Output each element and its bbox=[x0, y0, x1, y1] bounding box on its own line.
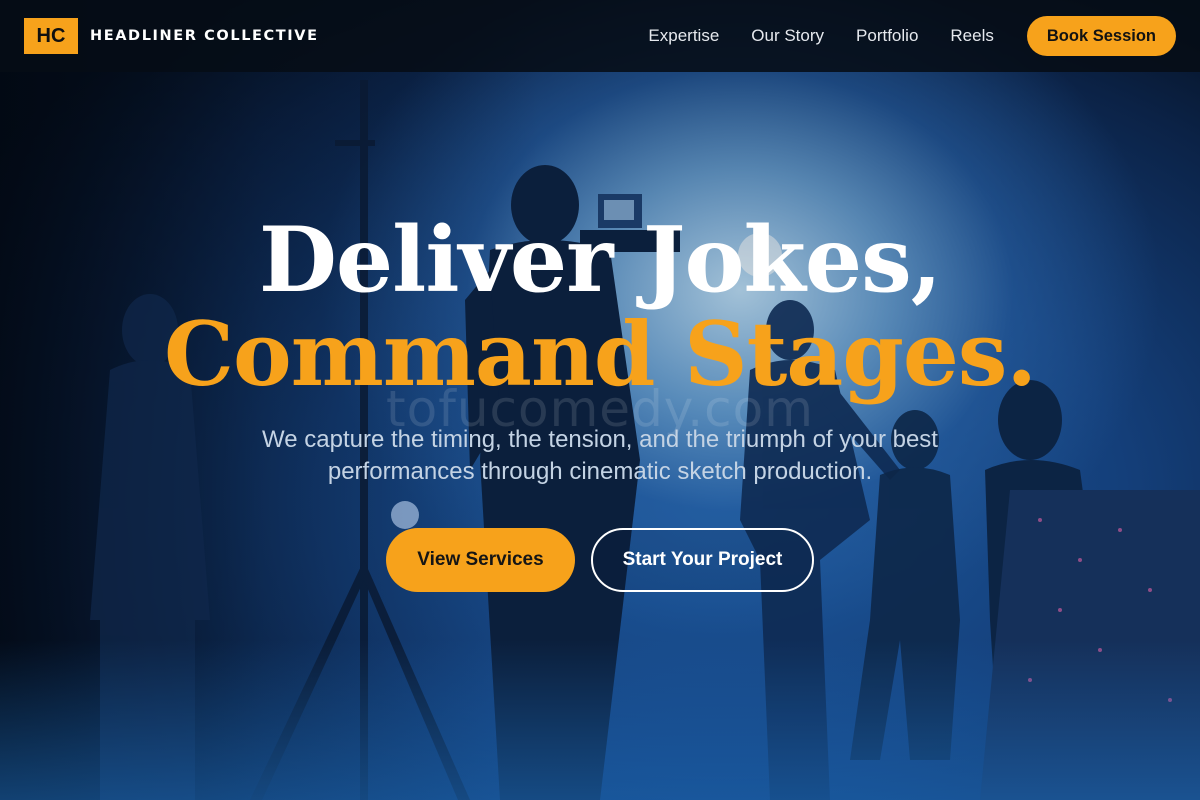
nav-link-expertise[interactable]: Expertise bbox=[648, 26, 719, 46]
hero-content: Deliver Jokes, Command Stages. tofucomed… bbox=[0, 0, 1200, 800]
nav-link-reels[interactable]: Reels bbox=[950, 26, 993, 46]
hero-subtitle: We capture the timing, the tension, and … bbox=[262, 426, 938, 485]
brand-name[interactable]: HEADLINER COLLECTIVE bbox=[90, 28, 319, 44]
hero-headline-line-1: Deliver Jokes, bbox=[258, 207, 942, 313]
main-nav: Expertise Our Story Portfolio Reels bbox=[648, 26, 993, 46]
nav-link-our-story[interactable]: Our Story bbox=[751, 26, 824, 46]
book-session-button[interactable]: Book Session bbox=[1026, 16, 1176, 56]
view-services-button[interactable]: View Services bbox=[386, 528, 575, 592]
start-project-button[interactable]: Start Your Project bbox=[591, 528, 814, 592]
logo-badge[interactable]: HC bbox=[24, 18, 78, 54]
nav-link-portfolio[interactable]: Portfolio bbox=[856, 26, 918, 46]
top-navbar: HC HEADLINER COLLECTIVE Expertise Our St… bbox=[0, 0, 1200, 72]
